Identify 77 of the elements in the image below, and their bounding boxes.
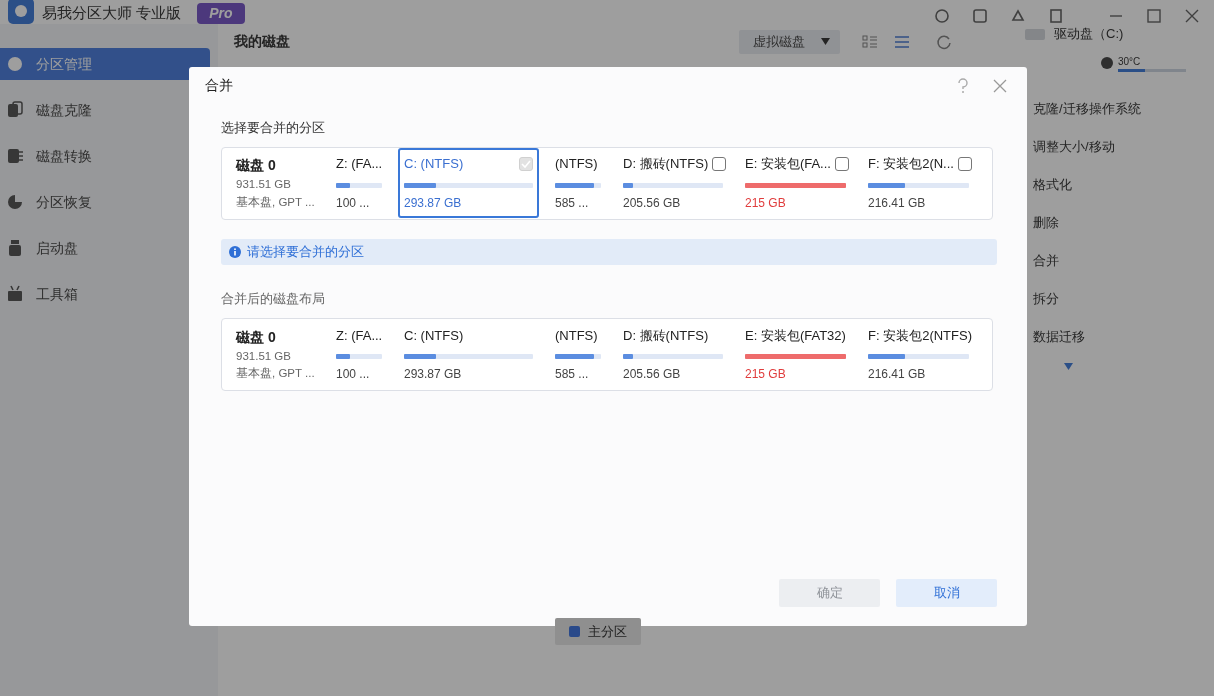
virtual-disk-dropdown[interactable]: 虚拟磁盘 bbox=[739, 30, 840, 54]
partition-label: C: (NTFS) bbox=[404, 155, 464, 174]
action-link[interactable]: 调整大小/移动 bbox=[1024, 127, 1214, 166]
sidebar-item[interactable]: 启动盘 bbox=[0, 232, 210, 264]
partition-tile[interactable]: E: 安装包(FA... 215 GB bbox=[739, 148, 852, 218]
cancel-button[interactable]: 取消 bbox=[896, 579, 997, 607]
grid-view-icon[interactable] bbox=[862, 33, 878, 50]
action-link[interactable]: 拆分 bbox=[1024, 279, 1214, 318]
partition-size: 100 ... bbox=[336, 194, 371, 212]
close-icon[interactable] bbox=[993, 78, 1007, 93]
disk-name: 磁盘 0 bbox=[236, 327, 277, 347]
partition-size: 216.41 GB bbox=[868, 194, 927, 212]
partition-label: (NTFS) bbox=[555, 326, 598, 345]
action-link[interactable]: 格式化 bbox=[1024, 165, 1214, 204]
legend-label: 主分区 bbox=[588, 622, 627, 641]
partition-size: 585 ... bbox=[555, 194, 590, 212]
pro-badge: Pro bbox=[197, 3, 245, 24]
caret-icon bbox=[821, 38, 830, 46]
partition-size: 293.87 GB bbox=[404, 366, 463, 384]
close-icon[interactable] bbox=[1184, 8, 1200, 24]
partition-size: 216.41 GB bbox=[868, 366, 927, 384]
partition-size: 205.56 GB bbox=[623, 366, 682, 384]
partition-size: 215 GB bbox=[745, 366, 787, 384]
disk-size: 931.51 GB bbox=[236, 348, 292, 364]
disk-type: 基本盘, GPT ... bbox=[236, 366, 316, 381]
partition-label: Z: (FA... bbox=[336, 326, 383, 345]
partition-tile[interactable]: (NTFS) 585 ... bbox=[549, 148, 607, 218]
partition-size: 205.56 GB bbox=[623, 194, 682, 212]
section-label: 合并后的磁盘布局 bbox=[221, 289, 326, 308]
action-link[interactable]: 数据迁移 bbox=[1024, 317, 1214, 356]
temperature-reading: 30°C bbox=[1118, 54, 1142, 69]
action-link[interactable]: 克隆/迁移操作系统 bbox=[1024, 89, 1214, 128]
disk-type: 基本盘, GPT ... bbox=[236, 194, 316, 210]
partition-tile[interactable]: Z: (FA... 100 ... bbox=[330, 148, 388, 218]
info-text: 请选择要合并的分区 bbox=[247, 242, 364, 261]
list-view-icon[interactable] bbox=[894, 33, 910, 50]
checkbox[interactable] bbox=[957, 157, 972, 171]
section-label: 选择要合并的分区 bbox=[221, 119, 326, 137]
partition-label: D: 搬砖(NTFS) bbox=[623, 155, 709, 174]
clone-icon bbox=[6, 101, 24, 119]
disk-size: 931.51 GB bbox=[236, 177, 292, 193]
pie-recover-icon bbox=[6, 193, 24, 211]
disk-convert-icon bbox=[6, 147, 24, 165]
partition-label: D: 搬砖(NTFS) bbox=[623, 326, 709, 345]
partition-label: F: 安装包2(NTFS) bbox=[868, 326, 972, 345]
partition-label: (NTFS) bbox=[555, 155, 598, 174]
partition-tile[interactable]: F: 安装包2(N... 216.41 GB bbox=[862, 148, 975, 218]
partition-size: 293.87 GB bbox=[404, 194, 463, 212]
sidebar-item[interactable]: 分区管理 bbox=[0, 48, 210, 80]
action-link[interactable]: 删除 bbox=[1024, 203, 1214, 242]
partition-label: E: 安装包(FAT32) bbox=[745, 326, 846, 345]
toolbox-icon bbox=[6, 285, 24, 303]
drive-title: 驱动盘（C:) bbox=[1054, 25, 1124, 43]
partition-size: 215 GB bbox=[745, 194, 787, 212]
usb-drive-icon bbox=[6, 239, 24, 257]
more-caret-icon[interactable] bbox=[1064, 362, 1073, 370]
disk-name: 磁盘 0 bbox=[236, 156, 277, 176]
sidebar-item[interactable]: 工具箱 bbox=[0, 278, 210, 310]
maximize-icon[interactable] bbox=[1146, 8, 1162, 24]
app-title: 易我分区大师 专业版 bbox=[42, 2, 182, 23]
partition-tile[interactable]: D: 搬砖(NTFS) 205.56 GB bbox=[617, 148, 729, 218]
info-icon bbox=[229, 245, 241, 258]
refresh-icon[interactable] bbox=[936, 33, 952, 50]
partition-size: 585 ... bbox=[555, 366, 590, 384]
checkbox[interactable] bbox=[834, 157, 849, 171]
section-title: 我的磁盘 bbox=[234, 32, 290, 52]
partition-size: 100 ... bbox=[336, 366, 371, 384]
partition-label: F: 安装包2(N... bbox=[868, 155, 954, 174]
partition-label: Z: (FA... bbox=[336, 155, 383, 174]
partition-label: E: 安装包(FA... bbox=[745, 155, 831, 174]
partition-label: C: (NTFS) bbox=[404, 326, 464, 345]
help-icon[interactable] bbox=[957, 77, 969, 94]
sidebar-item[interactable]: 磁盘克隆 bbox=[0, 94, 210, 126]
sidebar-item[interactable]: 分区恢复 bbox=[0, 186, 210, 218]
sidebar-item[interactable]: 磁盘转换 bbox=[0, 140, 210, 172]
action-link[interactable]: 合并 bbox=[1024, 241, 1214, 280]
checkbox[interactable] bbox=[712, 157, 727, 171]
